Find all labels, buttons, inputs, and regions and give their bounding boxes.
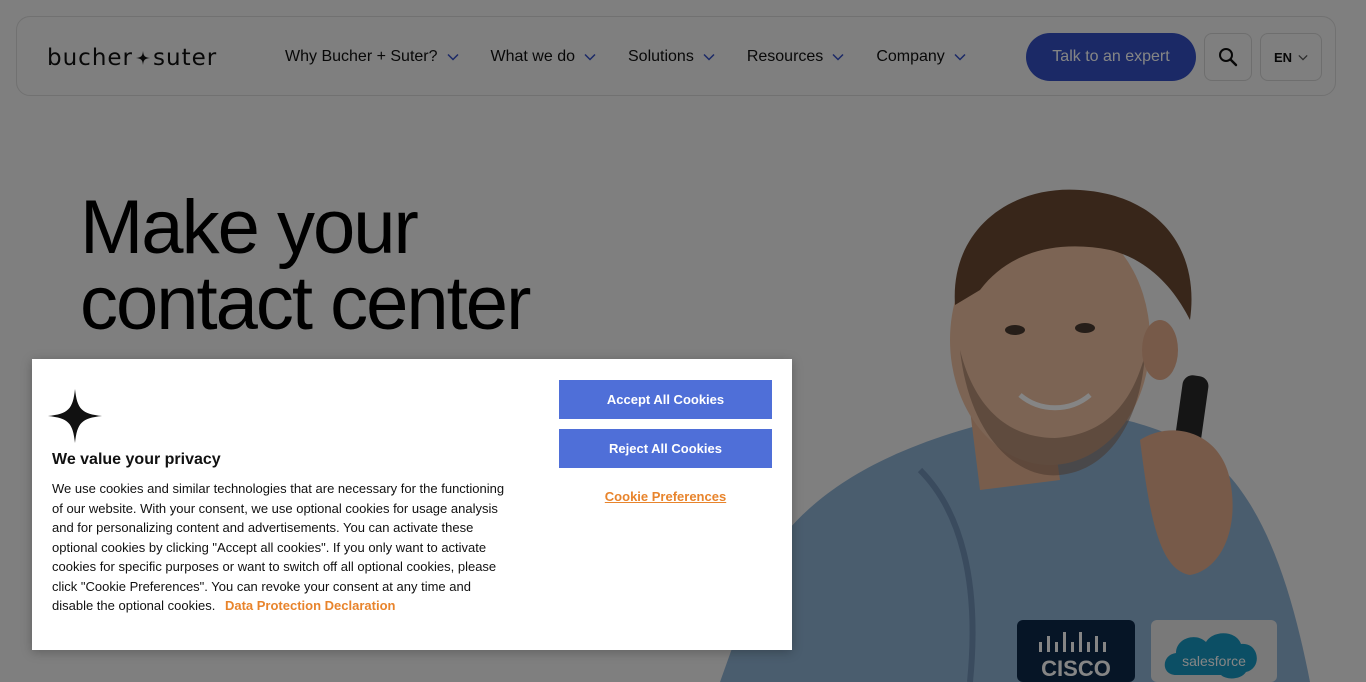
cookie-title: We value your privacy <box>52 451 221 468</box>
reject-all-cookies-button[interactable]: Reject All Cookies <box>559 429 772 468</box>
accept-all-cookies-button[interactable]: Accept All Cookies <box>559 380 772 419</box>
cookie-body-text: We use cookies and similar technologies … <box>52 481 505 613</box>
cookie-consent-dialog: We value your privacy We use cookies and… <box>32 359 792 650</box>
cookie-preferences-link[interactable]: Cookie Preferences <box>559 489 772 504</box>
data-protection-link[interactable]: Data Protection Declaration <box>225 598 396 613</box>
sparkle-logo-icon <box>48 389 102 443</box>
cookie-description: We use cookies and similar technologies … <box>52 479 512 616</box>
